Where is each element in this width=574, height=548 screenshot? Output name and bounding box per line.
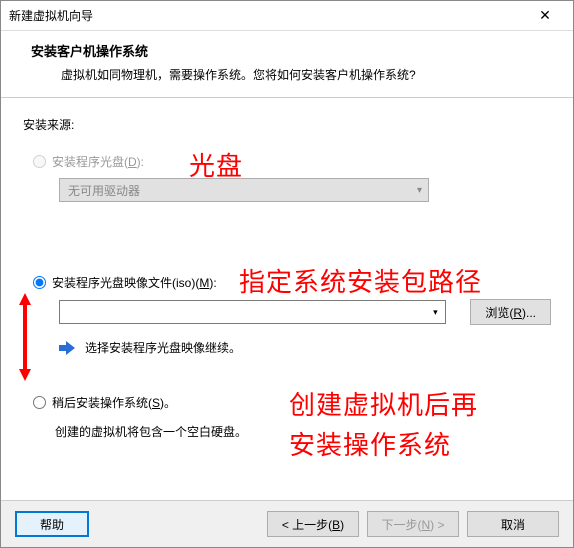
option-disc: 安装程序光盘(D):: [33, 153, 551, 170]
option-later[interactable]: 稍后安装操作系统(S)。: [33, 394, 551, 411]
header-title: 安装客户机操作系统: [31, 41, 553, 60]
radio-iso-label: 安装程序光盘映像文件(iso)(M):: [52, 274, 217, 291]
next-button: 下一步(N) >: [367, 511, 459, 537]
radio-disc-label: 安装程序光盘(D):: [52, 153, 144, 170]
window-title: 新建虚拟机向导: [9, 7, 93, 24]
option-iso[interactable]: 安装程序光盘映像文件(iso)(M):: [33, 274, 551, 291]
cancel-button[interactable]: 取消: [467, 511, 559, 537]
help-button[interactable]: 帮助: [15, 511, 89, 537]
browse-button[interactable]: 浏览(R)...: [470, 299, 551, 325]
disc-dropdown: 无可用驱动器 ▾: [59, 178, 429, 202]
hint-text: 选择安装程序光盘映像继续。: [85, 339, 241, 356]
content-area: 安装来源: 安装程序光盘(D): 无可用驱动器 ▾ 光盘 安装程序光盘映像文件(…: [1, 98, 573, 500]
chevron-down-icon[interactable]: ▾: [426, 301, 444, 323]
radio-later-label: 稍后安装操作系统(S)。: [52, 394, 176, 411]
radio-later[interactable]: [33, 396, 46, 409]
header-subtitle: 虚拟机如同物理机，需要操作系统。您将如何安装客户机操作系统?: [61, 66, 553, 83]
wizard-window: 新建虚拟机向导 ✕ 安装客户机操作系统 虚拟机如同物理机，需要操作系统。您将如何…: [0, 0, 574, 548]
titlebar: 新建虚拟机向导 ✕: [1, 1, 573, 31]
radio-disc: [33, 155, 46, 168]
back-button[interactable]: < 上一步(B): [267, 511, 359, 537]
hint-row: 选择安装程序光盘映像继续。: [59, 339, 551, 356]
wizard-header: 安装客户机操作系统 虚拟机如同物理机，需要操作系统。您将如何安装客户机操作系统?: [1, 31, 573, 98]
chevron-down-icon: ▾: [417, 185, 422, 196]
source-label: 安装来源:: [23, 116, 551, 133]
footer: 帮助 < 上一步(B) 下一步(N) > 取消: [1, 500, 573, 547]
radio-iso[interactable]: [33, 276, 46, 289]
disc-dropdown-value: 无可用驱动器: [68, 182, 140, 199]
later-note: 创建的虚拟机将包含一个空白硬盘。: [55, 423, 551, 440]
arrow-right-icon: [59, 341, 75, 355]
iso-path-combo[interactable]: ▾: [59, 300, 446, 324]
close-button[interactable]: ✕: [525, 2, 565, 30]
annotation-arrow: [15, 293, 35, 381]
iso-row: ▾ 浏览(R)...: [59, 299, 551, 325]
